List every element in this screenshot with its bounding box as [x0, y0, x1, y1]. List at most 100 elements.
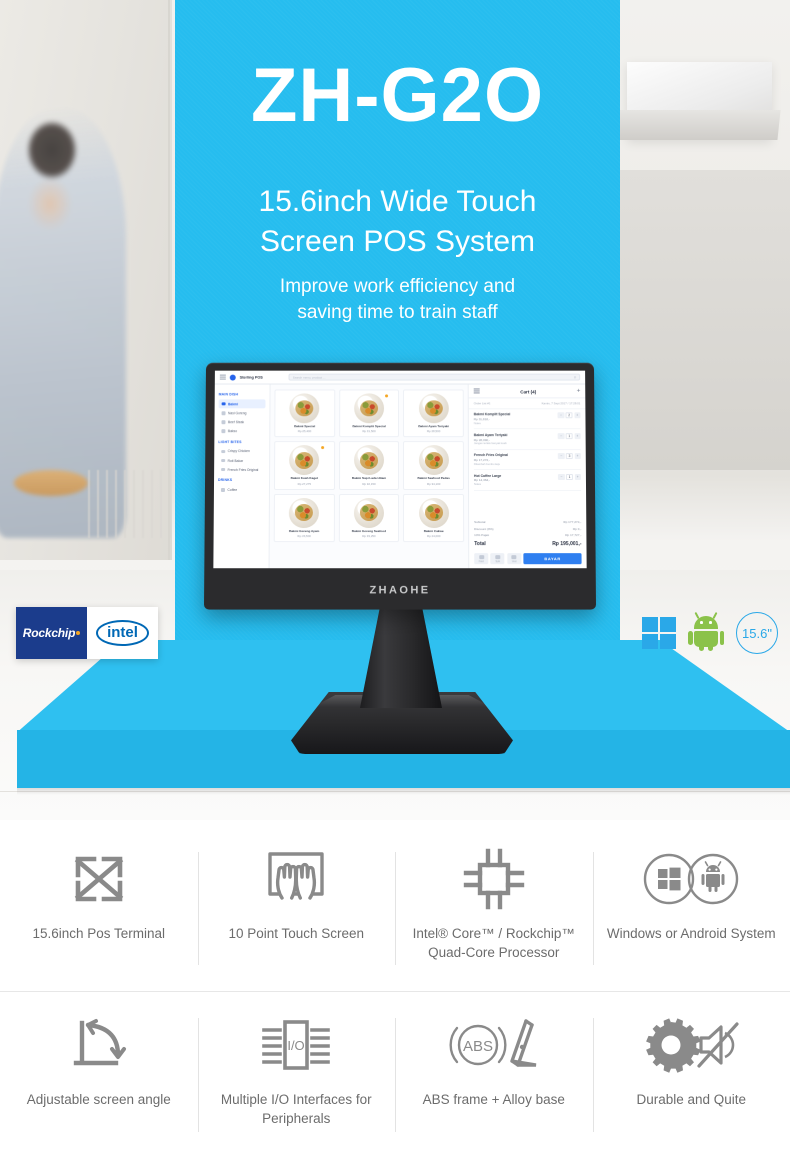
sidebar-item-nasi-goreng[interactable]: Nasi Goreng: [219, 408, 266, 417]
ten-point-touch-hands-icon: [260, 842, 332, 916]
product-image: [418, 393, 449, 424]
product-card[interactable]: Bakmi Goreng Ayam Rp 26,500: [273, 493, 335, 543]
product-card[interactable]: Bakmi Komplit Special Rp 31,500: [338, 389, 400, 438]
increase-quantity-button[interactable]: +: [573, 412, 581, 419]
increase-quantity-button[interactable]: +: [574, 453, 581, 460]
cart-item-row[interactable]: Hot Coffee Large Rp 14,364,- Notes −1 +: [473, 470, 582, 491]
increase-quantity-button[interactable]: +: [574, 432, 581, 439]
sidebar-item-beef-steak[interactable]: Beef Steak: [218, 418, 265, 427]
sidebar-item-roti-bakar[interactable]: Roti Bakar: [218, 456, 265, 465]
cart-title: Cart (4): [520, 388, 537, 394]
cart-item-row[interactable]: Bakmi Ayam Teriyaki Rp 28,090,- Jangan ter…: [473, 429, 581, 450]
product-card[interactable]: Bakmi Goreng Seafood Rp 33,250: [338, 493, 400, 543]
cart-item-row[interactable]: Bakmi Komplit Special Rp 31,818,- Notes −2 +: [473, 409, 581, 430]
increase-quantity-button[interactable]: +: [574, 473, 581, 480]
sidebar-item-bakmi[interactable]: Bakmi: [218, 399, 266, 409]
cart-item-name: French Fries Original: [473, 453, 508, 458]
sidebar-item-label: Bakso: [227, 429, 238, 434]
windows-logo-icon: [642, 617, 676, 649]
quantity-stepper[interactable]: −3 +: [558, 453, 581, 460]
sidebar-item-bakso[interactable]: Bakso: [218, 427, 265, 436]
cart-summary-value: Rp 0,-: [572, 526, 582, 531]
cart-order-label: Order List #1: [473, 401, 491, 406]
pos-body: MAIN DISH Bakmi Nasi Goreng Beef Steak Bakso…: [213, 384, 587, 569]
cart-summary-label: 10% Pajak: [474, 533, 489, 538]
cart-item-note: Notes: [473, 422, 481, 426]
hero-subheading: 15.6inch Wide Touch Screen POS System: [175, 182, 620, 261]
feature-cell-abs-frame: ABS ABS frame + Alloy base: [395, 992, 593, 1158]
cart-item-name: Bakmi Ayam Teriyaki: [473, 432, 508, 437]
product-card[interactable]: Bakmi Ayam Teriyaki Rp 28,500: [403, 389, 464, 438]
pos-sidebar: MAIN DISH Bakmi Nasi Goreng Beef Steak Bakso…: [213, 384, 271, 569]
split-button[interactable]: Split: [490, 553, 505, 565]
decrease-quantity-button[interactable]: −: [557, 412, 565, 419]
cart-item-row[interactable]: French Fries Original Rp 17,272,- Ditambah…: [473, 449, 581, 471]
rockchip-logo-dot: [76, 631, 81, 635]
cart-item-name: Hot Coffee Large: [473, 473, 502, 478]
cart-order-datetime: Kamis, 7 Sept 2017 / 17:28:01: [541, 401, 581, 406]
product-image: [354, 393, 385, 424]
sidebar-item-crispy-chicken[interactable]: Crispy Chicken: [218, 447, 265, 456]
quantity-stepper[interactable]: −2 +: [557, 412, 581, 419]
terminal-display: Sterling POS Search menu, product ... ⚲ …: [213, 370, 587, 569]
pos-product-grid: Bakmi Special Rp 25,400 Bakmi Komplit Spec…: [269, 384, 469, 569]
feature-label: 10 Point Touch Screen: [228, 926, 365, 941]
cart-item-price: Rp 31,818,-: [473, 417, 490, 422]
feature-label: Multiple I/O Interfaces for Peripherals: [220, 1092, 372, 1127]
pause-icon: [478, 554, 484, 559]
quantity-stepper[interactable]: −1 +: [558, 473, 581, 480]
feature-label: ABS frame + Alloy base: [422, 1092, 565, 1107]
product-image: [289, 497, 320, 528]
cart-order-meta: Order List #1 Kamis, 7 Sept 2017 / 17:28…: [468, 398, 586, 410]
product-card[interactable]: Bakmi Special Rp 25,400: [274, 389, 335, 438]
abs-frame-stand-icon: ABS: [446, 1008, 542, 1082]
cart-total-row: Total Rp 195,001,-: [474, 538, 581, 548]
plus-icon[interactable]: +: [577, 388, 581, 394]
sidebar-item-coffee[interactable]: Coffee: [218, 485, 265, 494]
product-card[interactable]: Bakmi Seafood Pedas Rp 34,100: [403, 441, 465, 490]
pos-search-input[interactable]: Search menu, product ... ⚲: [288, 373, 581, 381]
sidebar-item-french-fries-original[interactable]: French Fries Original: [218, 465, 265, 474]
sidebar-item-icon: [221, 420, 225, 424]
hero-tagline-line-1: Improve work efficiency and: [279, 276, 516, 297]
sidebar-item-label: Nasi Goreng: [228, 411, 247, 416]
hero-subheading-line-1: 15.6inch Wide Touch: [258, 185, 537, 218]
sidebar-item-icon: [221, 458, 225, 463]
rockchip-logo: Rockchip: [16, 607, 87, 659]
decrease-quantity-button[interactable]: −: [557, 432, 565, 439]
hamburger-menu-icon[interactable]: [219, 374, 226, 380]
product-card[interactable]: Bakmi Kuah Kaget Rp 27,275: [273, 441, 335, 490]
sidebar-item-icon: [220, 488, 225, 492]
intel-logo-text: intel: [96, 620, 149, 646]
pos-app-logo: [229, 374, 236, 381]
pay-button[interactable]: BAYAR: [523, 553, 582, 565]
cart-action-label: Void: [511, 559, 517, 563]
hero-tagline-line-2: saving time to train staff: [297, 301, 498, 323]
cart-footer-actions: Hold Split Void BAYAR: [469, 550, 586, 568]
screen-size-badge: 15.6": [736, 612, 778, 654]
page-title: ZH-G2O: [250, 53, 545, 138]
feature-row-top: 15.6inch Pos Terminal 10 Point Touch Scr…: [0, 826, 790, 992]
trash-button[interactable]: Void: [507, 553, 522, 565]
pause-button[interactable]: Hold: [474, 553, 489, 565]
hero-tagline: Improve work efficiency and saving time …: [175, 274, 620, 325]
search-icon[interactable]: ⚲: [574, 375, 576, 379]
product-name: Bakmi Ayam Teriyaki: [418, 424, 449, 429]
cpu-chip-icon: [460, 842, 528, 916]
quantity-stepper[interactable]: −1 +: [557, 432, 581, 439]
svg-text:I/O: I/O: [288, 1038, 305, 1053]
quantity-value: 2: [565, 412, 573, 419]
pos-application: Sterling POS Search menu, product ... ⚲ …: [213, 370, 587, 569]
feature-cell-adjustable-angle: Adjustable screen angle: [0, 992, 198, 1158]
feature-cell-os: Windows or Android System: [592, 826, 790, 991]
trash-icon: [511, 554, 517, 559]
list-icon[interactable]: [473, 388, 480, 395]
product-name: Bakmi Cakwe: [423, 528, 444, 533]
sidebar-item-label: Coffee: [227, 487, 238, 492]
product-card[interactable]: Bakmi Cakwe Rp 24,000: [403, 493, 465, 543]
feature-label: Windows or Android System: [606, 926, 776, 941]
product-card[interactable]: Bakmi Sapi Lada Hitam Rp 32,150: [338, 441, 400, 490]
decrease-quantity-button[interactable]: −: [558, 473, 565, 480]
decrease-quantity-button[interactable]: −: [558, 453, 565, 460]
quantity-value: 1: [566, 432, 573, 439]
